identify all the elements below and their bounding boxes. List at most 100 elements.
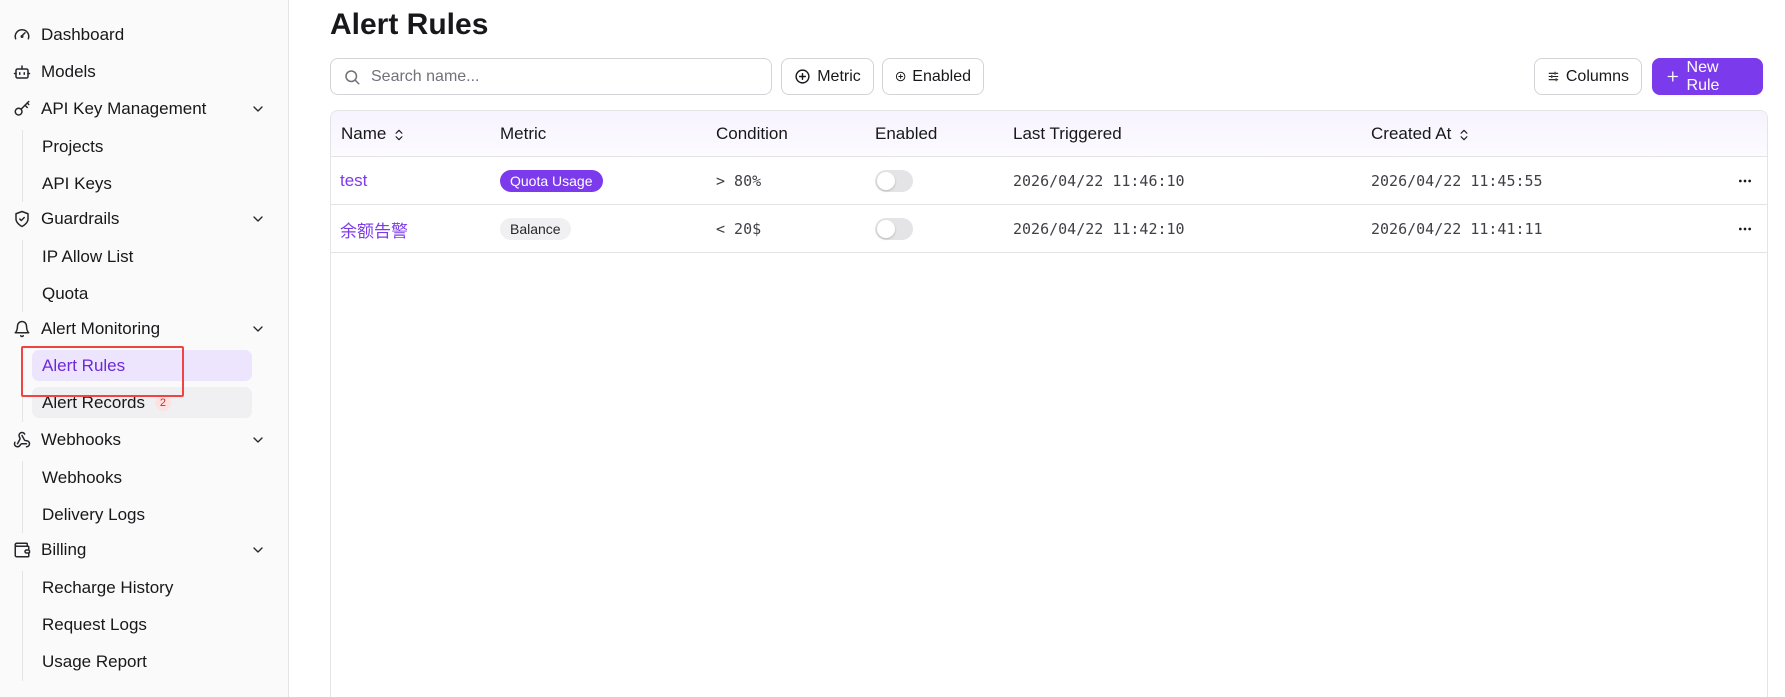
sidebar-item-label: Webhooks xyxy=(42,467,123,487)
enabled-toggle[interactable] xyxy=(875,218,913,240)
condition-cell: > 80% xyxy=(716,172,762,190)
rule-name-link[interactable]: test xyxy=(340,157,367,205)
sidebar-item-recharge-history[interactable]: Recharge History xyxy=(32,572,252,603)
sidebar-item-label: IP Allow List xyxy=(42,246,134,266)
column-header-label: Last Triggered xyxy=(1013,124,1122,143)
sidebar-item-label: Projects xyxy=(42,136,104,156)
submenu-divider xyxy=(22,240,23,312)
new-rule-button[interactable]: New Rule xyxy=(1652,58,1763,95)
sidebar-item-projects[interactable]: Projects xyxy=(32,131,252,162)
sidebar-item-api-key-management[interactable]: API Key Management xyxy=(12,94,274,124)
sidebar-item-alert-monitoring[interactable]: Alert Monitoring xyxy=(12,314,274,344)
enabled-cell xyxy=(875,205,913,253)
sidebar-item-request-logs[interactable]: Request Logs xyxy=(32,609,252,640)
sidebar-item-label: Dashboard xyxy=(41,25,125,44)
sidebar-item-label: Request Logs xyxy=(42,614,147,634)
chevron-down-icon[interactable] xyxy=(250,101,266,117)
sidebar-item-label: API Keys xyxy=(42,173,112,193)
column-header-created-at[interactable]: Created At xyxy=(1371,111,1471,157)
sidebar-item-webhooks-group[interactable]: Webhooks xyxy=(12,425,274,455)
sidebar-item-guardrails[interactable]: Guardrails xyxy=(12,204,274,234)
sidebar-item-models[interactable]: Models xyxy=(12,57,274,87)
page-title: Alert Rules xyxy=(330,8,489,41)
sidebar-item-label: Models xyxy=(41,62,96,81)
column-header-last-triggered: Last Triggered xyxy=(1013,111,1122,157)
toggle-knob xyxy=(877,172,895,190)
sidebar-item-quota[interactable]: Quota xyxy=(32,278,252,309)
sort-icon[interactable] xyxy=(1457,127,1471,141)
sidebar-item-label: Guardrails xyxy=(41,209,120,228)
submenu-divider xyxy=(22,350,23,422)
columns-button[interactable]: Columns xyxy=(1534,58,1642,95)
submenu-divider xyxy=(22,461,23,533)
sidebar-item-label: Quota xyxy=(42,283,89,303)
column-header-name[interactable]: Name xyxy=(341,111,406,157)
search-box[interactable] xyxy=(330,58,772,95)
sidebar-item-alert-records[interactable]: Alert Records 2 xyxy=(32,387,252,418)
sidebar: Dashboard Models API Key Management Proj… xyxy=(0,0,289,697)
table-row: test Quota Usage > 80% 2026/04/22 11:46:… xyxy=(331,157,1767,205)
chevron-down-icon[interactable] xyxy=(250,321,266,337)
sort-icon[interactable] xyxy=(392,127,406,141)
column-header-label: Enabled xyxy=(875,124,938,143)
enabled-cell xyxy=(875,157,913,205)
shield-icon xyxy=(12,209,32,229)
submenu-divider xyxy=(22,130,23,202)
sidebar-item-label: Alert Records xyxy=(42,392,145,412)
metric-badge: Balance xyxy=(500,218,571,240)
sidebar-item-dashboard[interactable]: Dashboard xyxy=(12,20,274,50)
sidebar-item-usage-report[interactable]: Usage Report xyxy=(32,646,252,677)
column-header-enabled: Enabled xyxy=(875,111,937,157)
metric-badge: Quota Usage xyxy=(500,170,603,192)
column-header-metric: Metric xyxy=(500,111,546,157)
column-header-label: Metric xyxy=(500,124,547,143)
chevron-down-icon[interactable] xyxy=(250,432,266,448)
search-input[interactable] xyxy=(371,67,751,86)
bot-icon xyxy=(12,62,32,82)
more-actions-icon[interactable] xyxy=(1737,173,1753,189)
chevron-down-icon[interactable] xyxy=(250,211,266,227)
sidebar-item-delivery-logs[interactable]: Delivery Logs xyxy=(32,499,252,530)
alert-rules-table: Name Metric Condition Enabled Last Trigg… xyxy=(330,110,1768,697)
webhook-icon xyxy=(12,430,32,450)
sidebar-item-webhooks[interactable]: Webhooks xyxy=(32,462,252,493)
wallet-icon xyxy=(12,540,32,560)
count-badge: 2 xyxy=(154,394,171,411)
sidebar-item-label: Alert Monitoring xyxy=(41,319,161,338)
plus-icon xyxy=(1667,71,1678,82)
sidebar-item-billing[interactable]: Billing xyxy=(12,535,274,565)
sidebar-item-label: Billing xyxy=(41,540,87,559)
sliders-icon xyxy=(1548,71,1559,82)
sidebar-item-alert-rules[interactable]: Alert Rules xyxy=(32,350,252,381)
column-header-label: Created At xyxy=(1371,124,1452,143)
sidebar-item-api-keys[interactable]: API Keys xyxy=(32,168,252,199)
condition-cell: < 20$ xyxy=(716,220,762,238)
enabled-toggle[interactable] xyxy=(875,170,913,192)
column-header-label: Name xyxy=(341,124,387,143)
enabled-filter-label: Enabled xyxy=(912,67,971,85)
last-triggered-cell: 2026/04/22 11:42:10 xyxy=(1013,220,1185,238)
chevron-down-icon[interactable] xyxy=(250,542,266,558)
metric-cell: Quota Usage xyxy=(500,157,603,205)
sidebar-item-label: Webhooks xyxy=(41,430,122,449)
key-icon xyxy=(12,99,32,119)
enabled-filter-button[interactable]: Enabled xyxy=(882,58,984,95)
new-rule-label: New Rule xyxy=(1686,58,1720,94)
submenu-divider xyxy=(22,571,23,681)
table-header: Name Metric Condition Enabled Last Trigg… xyxy=(331,111,1767,157)
created-at-cell: 2026/04/22 11:45:55 xyxy=(1371,172,1543,190)
metric-filter-label: Metric xyxy=(817,67,861,85)
metric-filter-button[interactable]: Metric xyxy=(781,58,874,95)
plus-circle-icon xyxy=(895,71,906,82)
rule-name-link[interactable]: 余额告警 xyxy=(340,205,408,253)
column-header-label: Condition xyxy=(716,124,788,143)
sidebar-item-label: API Key Management xyxy=(41,99,207,118)
toggle-knob xyxy=(877,220,895,238)
sidebar-item-label: Delivery Logs xyxy=(42,504,145,524)
bell-icon xyxy=(12,319,32,339)
more-actions-icon[interactable] xyxy=(1737,221,1753,237)
sidebar-item-ip-allow-list[interactable]: IP Allow List xyxy=(32,241,252,272)
table-row: 余额告警 Balance < 20$ 2026/04/22 11:42:10 2… xyxy=(331,205,1767,253)
sidebar-item-label: Alert Rules xyxy=(42,355,126,375)
gauge-icon xyxy=(12,25,32,45)
